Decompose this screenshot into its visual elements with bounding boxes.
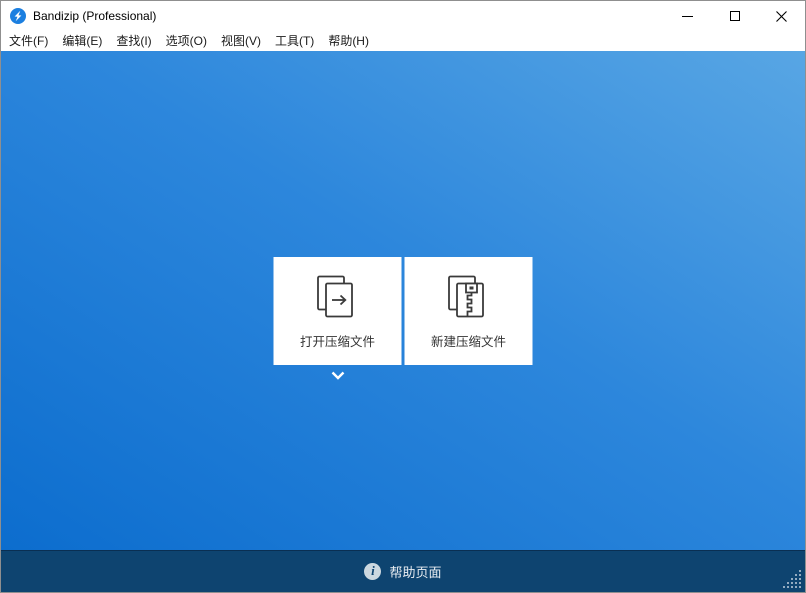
new-archive-card[interactable]: 新建压缩文件 xyxy=(405,257,533,365)
help-bar[interactable]: i 帮助页面 xyxy=(1,550,805,592)
open-archive-label: 打开压缩文件 xyxy=(300,331,375,350)
close-button[interactable] xyxy=(758,1,805,31)
bandizip-logo-icon xyxy=(10,8,26,24)
window-controls xyxy=(664,1,805,31)
menu-find[interactable]: 查找(I) xyxy=(109,30,158,52)
bandizip-window: Bandizip (Professional) 文件(F) 编辑(E) 查找(I… xyxy=(0,0,806,593)
action-cards: 打开压缩文件 新建压缩文件 xyxy=(274,257,533,365)
new-archive-label: 新建压缩文件 xyxy=(431,331,506,350)
menu-file[interactable]: 文件(F) xyxy=(2,30,55,52)
maximize-button[interactable] xyxy=(711,1,758,31)
help-page-label: 帮助页面 xyxy=(389,562,441,581)
main-area: 打开压缩文件 新建压缩文件 xyxy=(1,51,805,552)
open-archive-icon xyxy=(315,274,361,320)
menubar: 文件(F) 编辑(E) 查找(I) 选项(O) 视图(V) 工具(T) 帮助(H… xyxy=(1,31,805,51)
titlebar: Bandizip (Professional) xyxy=(1,1,805,31)
new-archive-icon xyxy=(446,274,492,320)
chevron-down-icon[interactable] xyxy=(331,371,346,380)
close-icon xyxy=(776,11,787,22)
open-archive-card[interactable]: 打开压缩文件 xyxy=(274,257,402,365)
maximize-icon xyxy=(730,11,740,21)
window-title: Bandizip (Professional) xyxy=(33,9,156,23)
menu-edit[interactable]: 编辑(E) xyxy=(55,30,109,52)
menu-tools[interactable]: 工具(T) xyxy=(268,30,321,52)
menu-view[interactable]: 视图(V) xyxy=(214,30,268,52)
resize-grip-icon[interactable] xyxy=(783,570,802,589)
info-icon: i xyxy=(364,563,381,580)
minimize-button[interactable] xyxy=(664,1,711,31)
menu-options[interactable]: 选项(O) xyxy=(159,30,214,52)
minimize-icon xyxy=(682,16,693,17)
menu-help[interactable]: 帮助(H) xyxy=(321,30,376,52)
